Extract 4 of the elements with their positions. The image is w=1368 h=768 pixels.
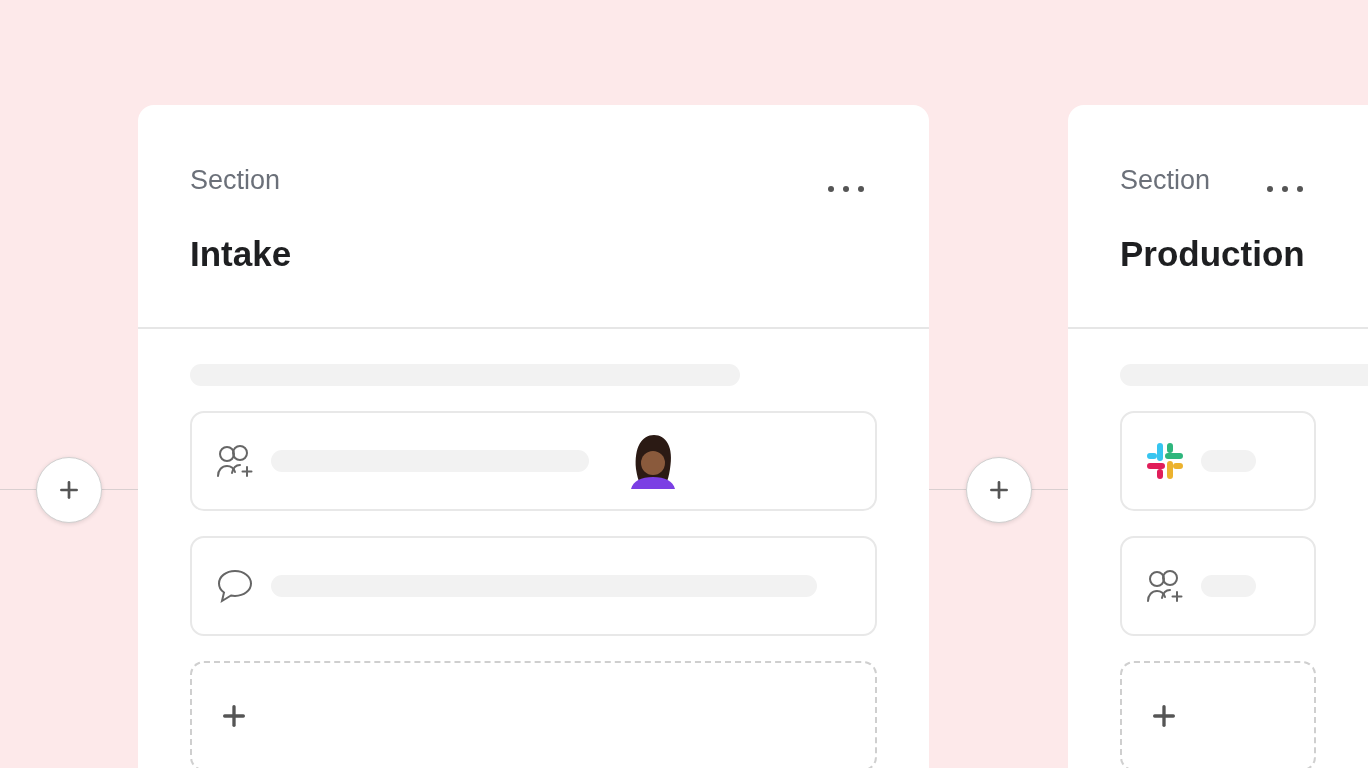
section-label: Section bbox=[1120, 164, 1211, 197]
section-title: Intake bbox=[190, 233, 292, 275]
section-title: Production bbox=[1120, 233, 1305, 275]
section-label: Section bbox=[190, 164, 281, 197]
